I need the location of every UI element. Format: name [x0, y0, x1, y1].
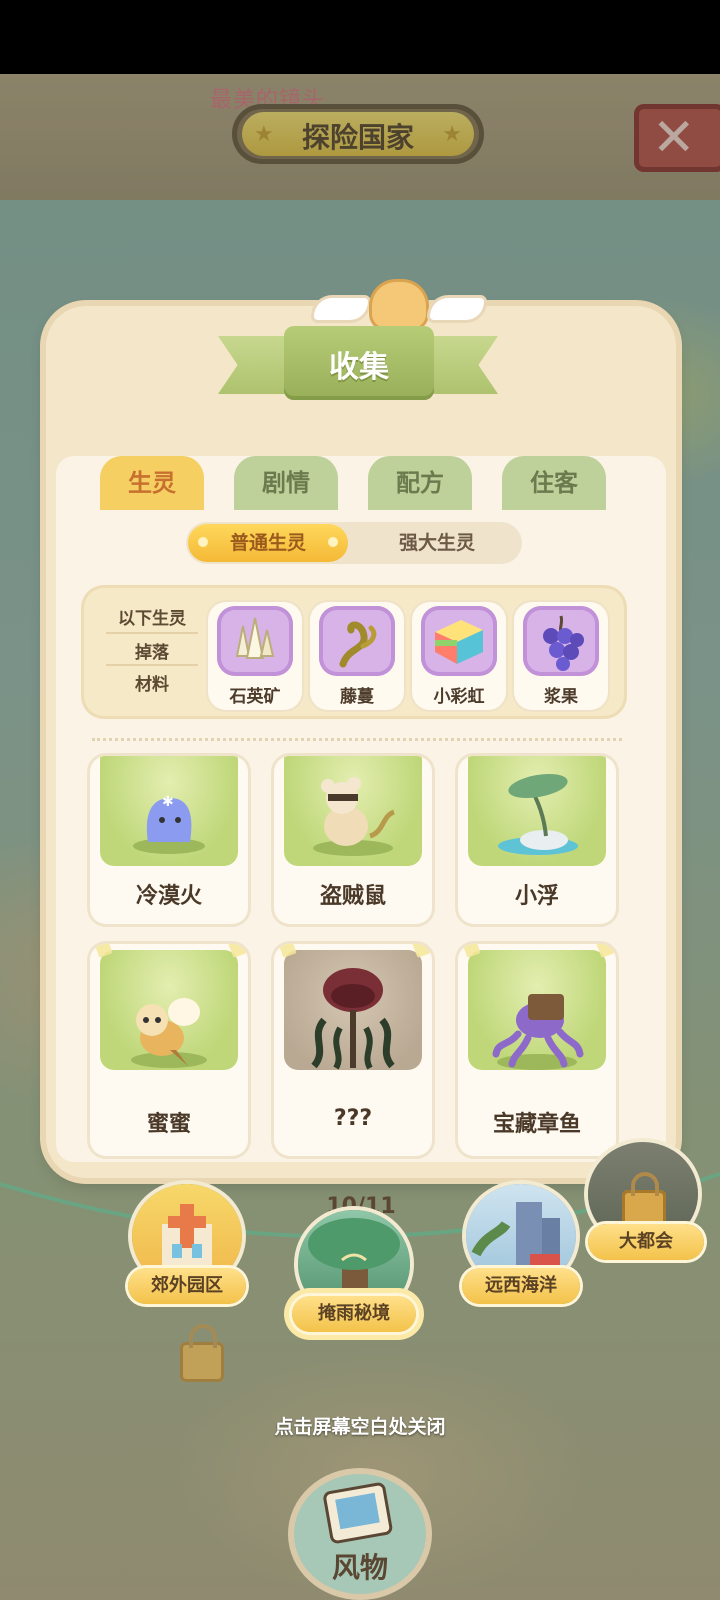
lock-icon: [180, 1324, 224, 1382]
wing-icon: [430, 298, 484, 320]
tab-recipes[interactable]: 配方: [368, 456, 472, 510]
material-name: 藤蔓: [340, 687, 374, 707]
region-label-suburb-park[interactable]: 郊外园区: [128, 1268, 246, 1304]
scenery-button[interactable]: 风物: [294, 1474, 426, 1594]
material-item[interactable]: 石英矿: [208, 602, 302, 710]
creature-card[interactable]: ???: [274, 944, 432, 1156]
material-item[interactable]: 浆果: [514, 602, 608, 710]
panel-title: 收集: [329, 350, 389, 385]
creature-name: ???: [333, 1106, 373, 1131]
collection-panel: 收集 生灵 剧情 配方 住客 普通生灵 强大生灵 以下生灵 掉落 材料 石英矿 …: [46, 282, 676, 1219]
drop-materials-box: 以下生灵 掉落 材料 石英矿 藤蔓 小彩虹 浆果: [84, 588, 624, 716]
creature-name: 盗贼鼠: [319, 884, 386, 909]
region-label-metropolis[interactable]: 大都会: [588, 1224, 704, 1260]
scenery-label: 风物: [331, 1551, 388, 1584]
creature-name: 小浮: [514, 884, 559, 909]
divider: [106, 664, 198, 666]
material-item[interactable]: 小彩虹: [412, 602, 506, 710]
vine-icon: [319, 606, 395, 676]
segment-strong-creatures[interactable]: 强大生灵: [362, 524, 512, 562]
creature-type-toggle: 普通生灵 强大生灵: [186, 522, 522, 564]
region-label-rain-secret[interactable]: 掩雨秘境: [292, 1296, 416, 1332]
creature-card[interactable]: 小浮: [458, 756, 616, 924]
tab-creatures[interactable]: 生灵: [100, 456, 204, 510]
close-hint: 点击屏幕空白处关闭: [274, 1416, 446, 1438]
title-ribbon-center: 收集: [284, 326, 434, 400]
segment-label: 普通生灵: [229, 532, 306, 554]
svg-text:✱: ✱: [162, 794, 174, 810]
creature-card[interactable]: ✱ 冷漠火: [90, 756, 248, 924]
creature-card[interactable]: 盗贼鼠: [274, 756, 432, 924]
berry-icon: [523, 606, 599, 676]
drops-label: 掉落: [135, 643, 169, 663]
drops-label: 以下生灵: [118, 609, 186, 629]
dot-icon: [328, 537, 338, 547]
divider: [92, 738, 622, 741]
creature-art: [100, 950, 238, 1070]
status-bar: [0, 0, 720, 74]
tab-story[interactable]: 剧情: [234, 456, 338, 510]
material-name: 浆果: [544, 687, 578, 707]
photo-icon: [323, 1482, 393, 1544]
creature-name: 宝藏章鱼: [492, 1112, 581, 1137]
region-label-far-west-ocean[interactable]: 远西海洋: [462, 1268, 580, 1304]
segment-normal-creatures[interactable]: 普通生灵: [188, 524, 348, 562]
creature-art: ✱: [100, 756, 238, 866]
cat-wings-decoration: [314, 282, 484, 332]
creature-art: [284, 756, 422, 866]
material-name: 小彩虹: [433, 687, 485, 707]
creature-name: 冷漠火: [135, 884, 202, 909]
divider: [106, 632, 198, 634]
wing-icon: [314, 298, 368, 320]
game-scene: 最美的镜头 ★ ★ 探险国家 ✕ 收集 生灵 剧情 配方 住客 普通生灵 强大生…: [0, 74, 720, 1600]
creature-art: [468, 950, 606, 1070]
creature-card[interactable]: 蜜蜜: [90, 944, 248, 1156]
material-name: 石英矿: [229, 687, 281, 707]
cat-face-icon: [372, 282, 426, 328]
quartz-icon: [217, 606, 293, 676]
tab-residents[interactable]: 住客: [502, 456, 606, 510]
creature-art: [468, 756, 606, 866]
creature-card[interactable]: 宝藏章鱼: [458, 944, 616, 1156]
drops-label: 材料: [135, 675, 169, 695]
creature-art: [284, 950, 422, 1070]
dot-icon: [198, 537, 208, 547]
rainbow-block-icon: [421, 606, 497, 676]
creature-name: 蜜蜜: [146, 1112, 191, 1137]
material-item[interactable]: 藤蔓: [310, 602, 404, 710]
